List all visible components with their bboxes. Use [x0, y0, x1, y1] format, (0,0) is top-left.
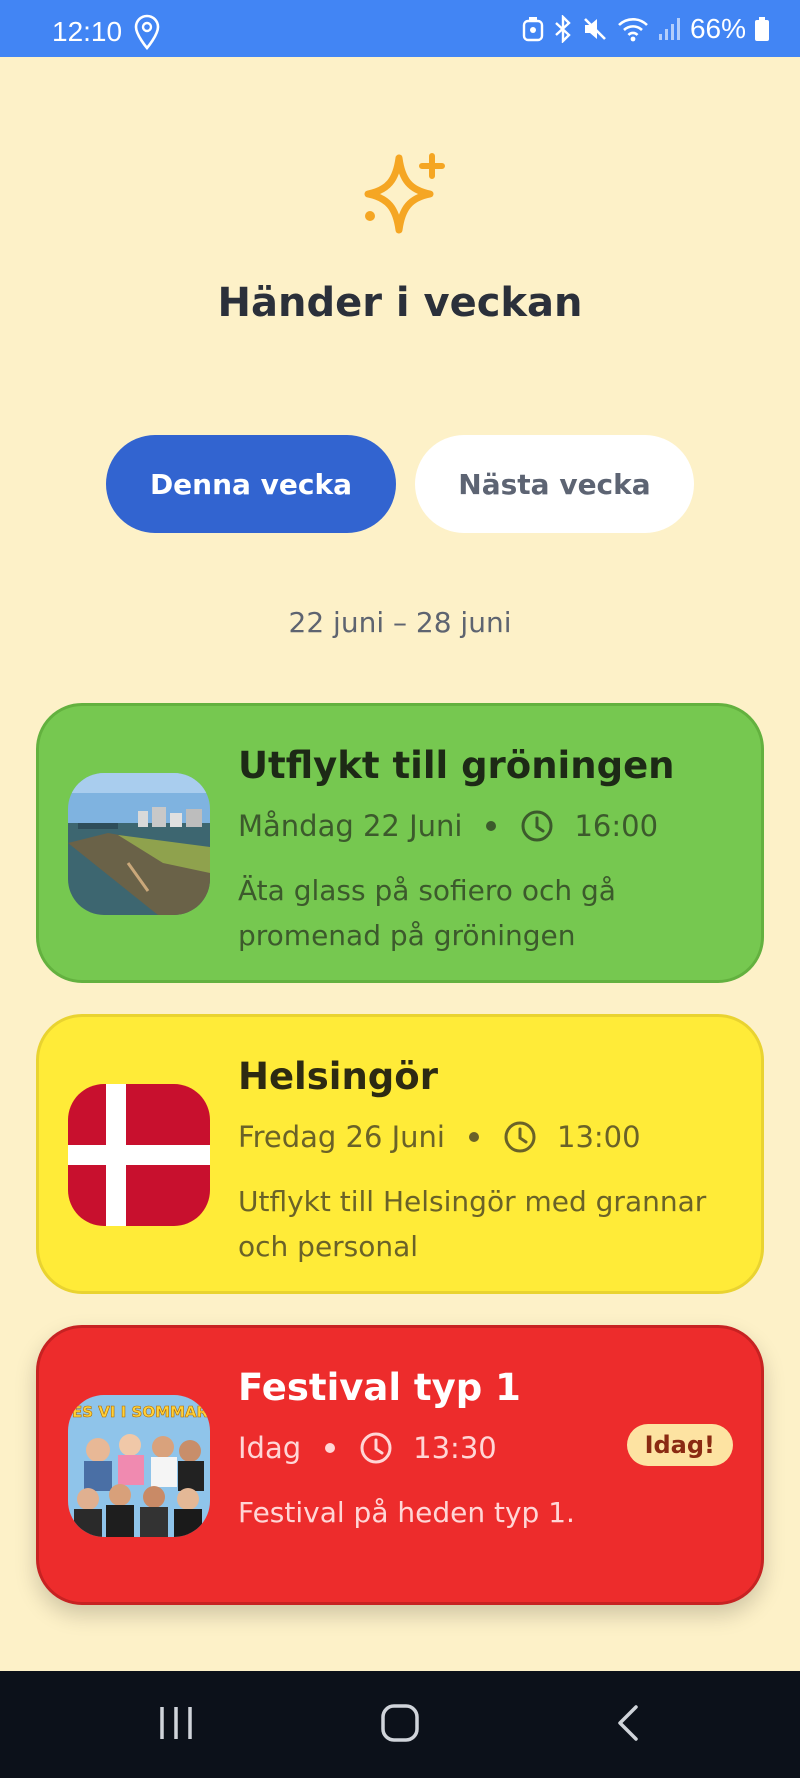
- separator-dot: [325, 1443, 336, 1453]
- event-title: Utflykt till gröningen: [238, 744, 675, 787]
- clock-icon: [521, 810, 553, 842]
- location-icon: [134, 14, 160, 54]
- event-meta: Måndag 22 Juni 16:00: [238, 806, 658, 846]
- alarm-icon: [522, 17, 544, 42]
- status-bar: 12:10 66%: [0, 0, 800, 57]
- sparkle-icon: [354, 150, 446, 246]
- wifi-icon: [618, 18, 648, 42]
- battery-icon: [755, 17, 769, 41]
- back-icon[interactable]: [608, 1703, 648, 1747]
- home-icon[interactable]: [380, 1703, 420, 1747]
- tab-next-week[interactable]: Nästa vecka: [415, 435, 694, 533]
- status-icons: 66%: [522, 12, 770, 46]
- event-title: Helsingör: [238, 1055, 438, 1098]
- event-card[interactable]: Helsingör Fredag 26 Juni 13:00 Utflykt t…: [36, 1014, 764, 1294]
- mute-icon: [584, 18, 606, 40]
- status-time: 12:10: [52, 16, 123, 47]
- tab-this-week[interactable]: Denna vecka: [106, 435, 396, 533]
- danish-flag-image: [68, 1084, 210, 1226]
- battery-percent: 66%: [689, 13, 746, 44]
- event-card[interactable]: SES VI I SOMMAR? Festival typ 1 Idag 13:…: [36, 1325, 764, 1605]
- event-day: Idag: [238, 1431, 302, 1465]
- separator-dot: [469, 1132, 479, 1142]
- event-title: Festival typ 1: [238, 1366, 521, 1409]
- event-time: 13:30: [413, 1431, 497, 1465]
- page-title: Händer i veckan: [217, 280, 583, 326]
- separator-dot: [486, 821, 497, 831]
- event-image: [68, 773, 210, 915]
- event-meta: Idag 13:30: [238, 1428, 497, 1468]
- event-meta: Fredag 26 Juni 13:00: [238, 1117, 641, 1157]
- event-day: Fredag 26 Juni: [238, 1120, 445, 1154]
- clock-icon: [504, 1121, 536, 1153]
- clock-icon: [360, 1432, 392, 1464]
- date-range: 22 juni – 28 juni: [288, 606, 512, 639]
- bluetooth-icon: [555, 15, 571, 43]
- event-description: Festival på heden typ 1.: [238, 1496, 575, 1529]
- event-description: Utflykt till Helsingör med grannar och p…: [238, 1185, 707, 1263]
- svg-text:SES VI I SOMMAR?: SES VI I SOMMAR?: [68, 1403, 210, 1421]
- signal-icon: [658, 18, 680, 40]
- navigation-bar: [0, 1671, 800, 1778]
- recent-apps-icon[interactable]: [156, 1703, 196, 1747]
- event-time: 16:00: [574, 809, 659, 843]
- event-time: 13:00: [557, 1120, 641, 1154]
- today-badge: Idag!: [626, 1424, 733, 1466]
- event-description: Äta glass på sofiero och gå promenad på …: [238, 874, 616, 952]
- festival-poster-image: SES VI I SOMMAR?: [68, 1395, 210, 1537]
- event-card[interactable]: Utflykt till gröningen Måndag 22 Juni 16…: [36, 703, 764, 983]
- event-day: Måndag 22 Juni: [238, 809, 463, 843]
